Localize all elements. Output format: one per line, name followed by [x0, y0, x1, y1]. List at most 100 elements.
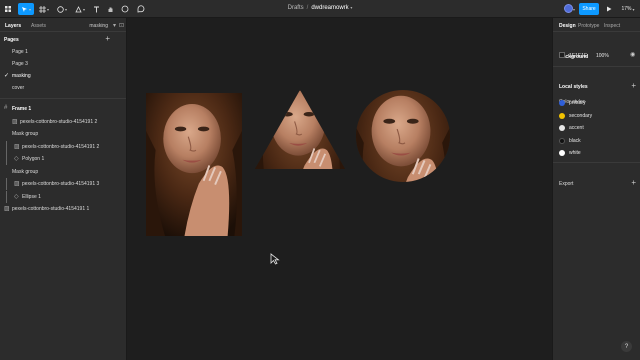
- layer-row[interactable]: ◇ Ellipse 1: [0, 190, 126, 204]
- check-icon: ✓: [4, 73, 10, 79]
- share-button[interactable]: Share: [579, 3, 599, 15]
- mask-indent-line: [6, 178, 7, 190]
- layer-label: pexels-cottonbro-studio-4154191 3: [22, 181, 100, 187]
- image-icon: ▨: [14, 143, 20, 150]
- color-style-item[interactable]: accent: [559, 123, 584, 133]
- zoom-level-dropdown[interactable]: 17% ▾: [620, 3, 636, 15]
- color-swatch-icon: [559, 137, 565, 144]
- portrait-photo: [255, 90, 345, 169]
- layer-row[interactable]: Mask group: [0, 128, 126, 141]
- page-item-label: Page 3: [12, 61, 28, 67]
- background-swatch[interactable]: [559, 52, 565, 58]
- page-select[interactable]: masking: [89, 23, 108, 29]
- layer-row[interactable]: # Frame 1: [0, 103, 126, 116]
- color-style-label: black: [569, 137, 581, 144]
- layer-row[interactable]: ▨ pexels-cottonbro-studio-4154191 3: [0, 178, 126, 191]
- add-export-icon[interactable]: +: [631, 178, 636, 187]
- ellipse-mask-group[interactable]: [356, 90, 450, 182]
- layer-label: pexels-cottonbro-studio-4154191 2: [20, 118, 98, 125]
- color-swatch-icon: [559, 100, 565, 106]
- panel-divider: [553, 66, 640, 67]
- mask-indent-line: [6, 153, 7, 165]
- layer-label: Ellipse 1: [22, 193, 41, 200]
- add-page-icon[interactable]: +: [105, 34, 110, 43]
- add-style-icon[interactable]: +: [631, 81, 636, 90]
- tab-inspect[interactable]: Inspect: [604, 23, 620, 29]
- layers-list: # Frame 1 ▨ pexels-cottonbro-studio-4154191…: [0, 103, 126, 216]
- page-item-label: cover: [12, 85, 25, 91]
- tab-prototype[interactable]: Prototype: [578, 23, 599, 29]
- layer-label: pexels-cottonbro-studio-4154191 2: [22, 143, 100, 150]
- layer-label: pexels-cottonbro-studio-4154191 1: [12, 206, 90, 212]
- design-panel: Design Prototype Inspect Background 1E1E…: [552, 18, 640, 360]
- help-button[interactable]: ?: [621, 341, 632, 352]
- top-toolbar: ▾ ▾ ▾ ▾ Drafts / dwdreamowrk ▾ ▾ Share 17%…: [0, 0, 640, 18]
- shape-icon: ◇: [14, 156, 19, 162]
- mouse-cursor-icon: [270, 253, 280, 267]
- layer-row[interactable]: ▨ pexels-cottonbro-studio-4154191 1: [0, 203, 126, 216]
- right-panel-tabs: Design Prototype Inspect: [553, 18, 640, 32]
- color-style-item[interactable]: secondary: [559, 111, 592, 121]
- page-item[interactable]: cover: [0, 82, 126, 94]
- color-style-item[interactable]: primary: [559, 98, 586, 108]
- image-icon: ▨: [4, 206, 10, 212]
- layer-row[interactable]: ◇ Polygon 1: [0, 153, 126, 166]
- tab-assets[interactable]: Assets: [31, 23, 46, 29]
- play-icon[interactable]: [605, 3, 613, 15]
- color-style-label: secondary: [569, 112, 593, 119]
- portrait-photo: [146, 93, 242, 236]
- color-style-label: white: [569, 150, 581, 156]
- file-name[interactable]: dwdreamowrk: [311, 5, 348, 11]
- color-swatch-icon: [559, 150, 565, 156]
- image-icon: ▨: [14, 181, 20, 187]
- color-style-label: accent: [569, 125, 584, 131]
- layer-label: Frame 1: [12, 106, 32, 112]
- background-opacity[interactable]: 100%: [596, 53, 609, 59]
- eye-icon[interactable]: ◉: [630, 51, 635, 58]
- color-style-label: primary: [569, 100, 586, 106]
- local-styles-header: Local styles: [559, 84, 588, 90]
- page-item-label: masking: [12, 73, 31, 79]
- chevron-down-icon[interactable]: ▾: [113, 22, 116, 29]
- background-fill-row[interactable]: 1E1E1E 100% ◉: [559, 52, 637, 62]
- color-swatch-icon: [559, 112, 565, 119]
- color-style-item[interactable]: white: [559, 148, 581, 158]
- tab-design[interactable]: Design: [559, 23, 576, 29]
- page-item-label: Page 1: [12, 49, 28, 55]
- layer-label: Mask group: [12, 168, 39, 175]
- background-hex[interactable]: 1E1E1E: [569, 53, 587, 59]
- pages-header: Pages: [4, 37, 19, 43]
- layer-label: Mask group: [12, 131, 39, 137]
- image-rectangle[interactable]: [146, 93, 242, 236]
- pages-list: Page 1 Page 3 ✓ masking cover: [0, 46, 126, 94]
- layer-row[interactable]: Mask group: [0, 166, 126, 179]
- color-style-item[interactable]: black: [559, 136, 581, 146]
- panel-divider: [0, 98, 126, 99]
- layers-panel: Layers Assets masking ▾ ⊡ Pages + Page 1…: [0, 18, 127, 360]
- zoom-level: 17%: [621, 6, 632, 12]
- breadcrumb-separator: /: [306, 5, 309, 11]
- breadcrumb-project[interactable]: Drafts: [288, 5, 304, 11]
- tab-layers[interactable]: Layers: [5, 23, 21, 29]
- collapse-panel-icon[interactable]: ⊡: [119, 22, 124, 29]
- chevron-down-icon[interactable]: ▾: [350, 5, 352, 10]
- layer-row[interactable]: ▨ pexels-cottonbro-studio-4154191 2: [0, 140, 126, 154]
- layer-label: Polygon 1: [22, 156, 45, 162]
- page-item[interactable]: ✓ masking: [0, 70, 126, 82]
- pages-section-header: Pages +: [0, 32, 126, 46]
- file-breadcrumb: Drafts / dwdreamowrk ▾: [0, 5, 640, 11]
- canvas[interactable]: [127, 18, 552, 360]
- chevron-down-icon[interactable]: ▾: [571, 3, 577, 15]
- export-header: Export: [559, 181, 574, 187]
- polygon-mask-group[interactable]: [255, 90, 345, 169]
- mask-indent-line: [6, 190, 7, 203]
- panel-divider: [553, 162, 640, 163]
- layer-row[interactable]: ▨ pexels-cottonbro-studio-4154191 2: [0, 116, 126, 129]
- color-swatch-icon: [559, 125, 565, 131]
- shape-icon: ◇: [14, 193, 19, 200]
- image-icon: ▨: [12, 118, 18, 125]
- page-item[interactable]: Page 1: [0, 46, 126, 58]
- page-item[interactable]: Page 3: [0, 58, 126, 70]
- mask-indent-line: [6, 140, 7, 153]
- portrait-photo: [356, 90, 450, 182]
